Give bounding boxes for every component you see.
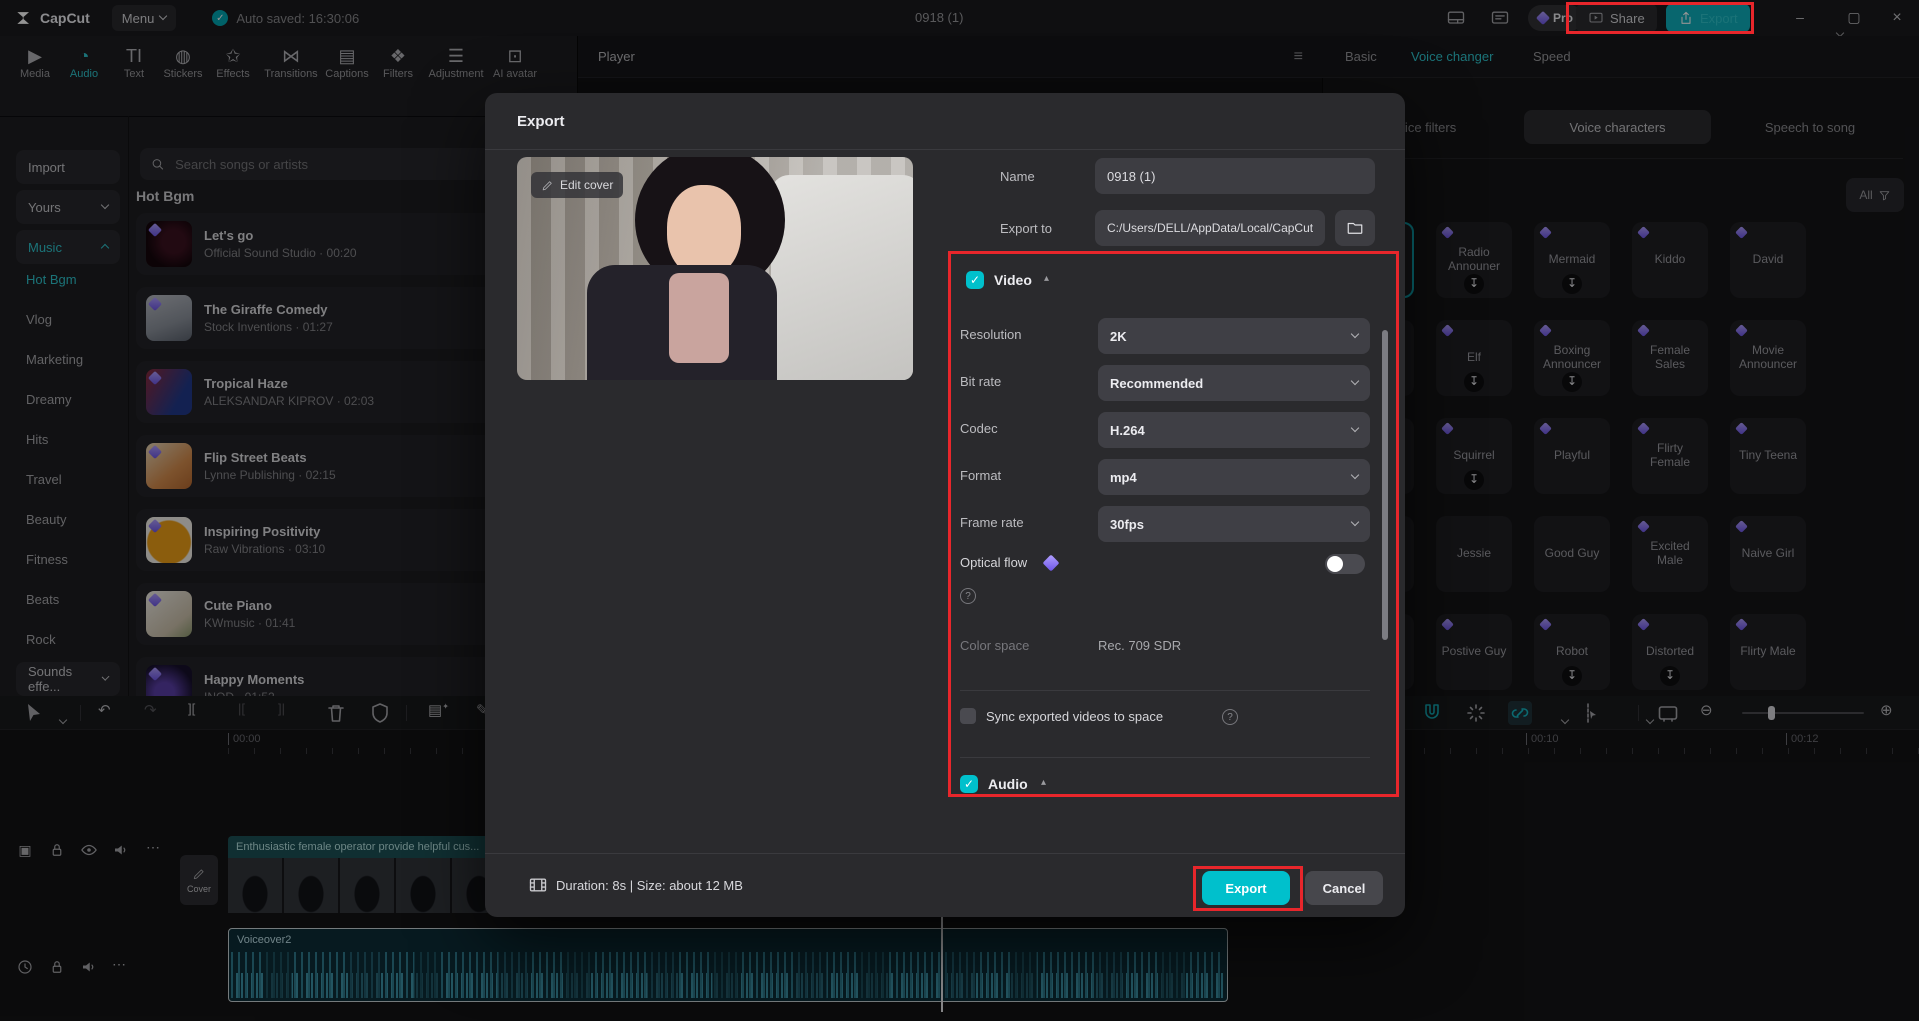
- pencil-icon: [541, 179, 554, 192]
- capcut-window: CapCut Menu ✓ Auto saved: 16:30:06 0918 …: [0, 0, 1919, 1021]
- browse-folder-button[interactable]: [1335, 210, 1375, 246]
- film-icon: [528, 875, 548, 895]
- dialog-title: Export: [517, 113, 565, 130]
- export-path-input[interactable]: [1095, 210, 1325, 246]
- dialog-cancel-button[interactable]: Cancel: [1305, 871, 1383, 905]
- highlight-box-share-export: [1566, 2, 1754, 34]
- folder-icon: [1346, 219, 1364, 237]
- export-to-label: Export to: [1000, 221, 1053, 236]
- highlight-box-export-button: [1193, 866, 1303, 911]
- highlight-box-video-settings: [948, 251, 1399, 797]
- edit-cover-button[interactable]: Edit cover: [531, 172, 624, 198]
- video-preview: Edit cover: [517, 157, 913, 380]
- export-summary: Duration: 8s | Size: about 12 MB: [556, 878, 743, 893]
- name-input[interactable]: [1095, 158, 1375, 194]
- name-label: Name: [1000, 169, 1035, 184]
